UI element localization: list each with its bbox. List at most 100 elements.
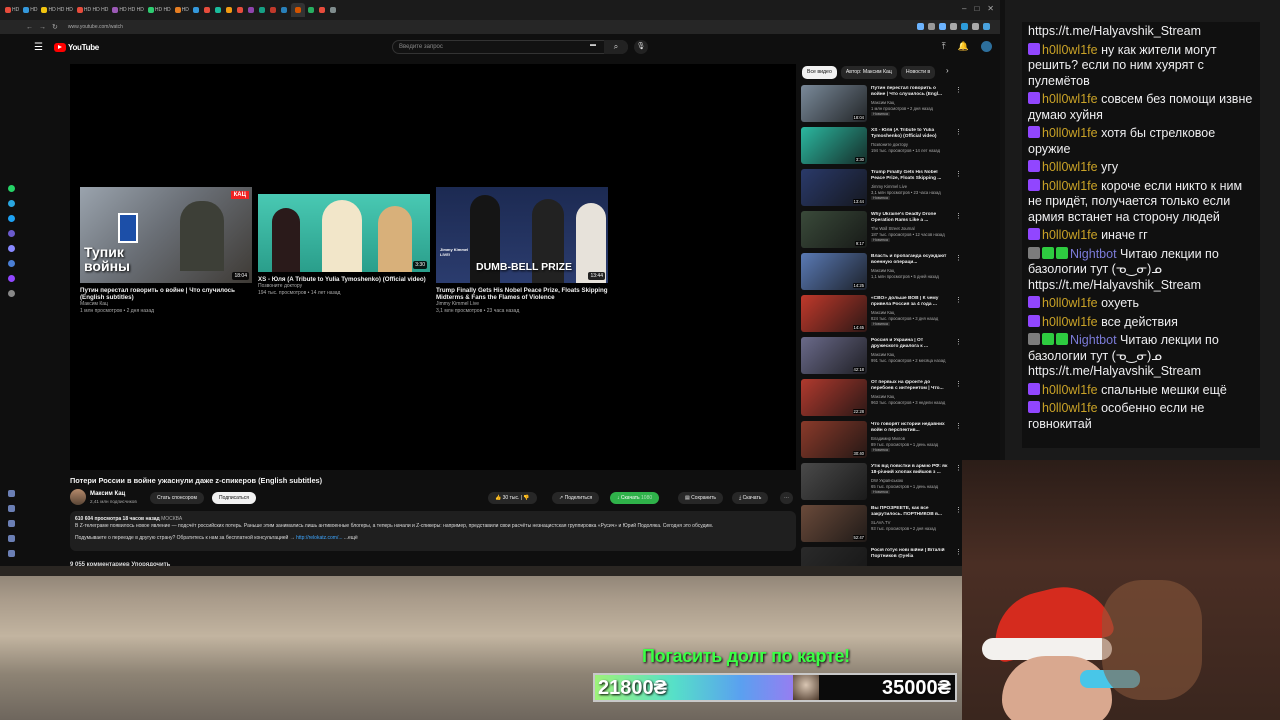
related-video-item[interactable]: Росія готує нові війни | Віталій Портник… xyxy=(801,547,963,568)
forward-icon[interactable]: → xyxy=(39,24,46,31)
keyboard-icon[interactable]: ▬ xyxy=(590,42,596,48)
sidebar-app-icon[interactable] xyxy=(8,275,15,282)
save-button[interactable]: ▤ Сохранить xyxy=(678,492,723,504)
related-video-item[interactable]: 22:28 От первых на фронте до перебоев с и… xyxy=(801,379,963,421)
related-title[interactable]: Trump Finally Gets His Nobel Peace Prize… xyxy=(871,170,951,183)
promo-link[interactable]: http://relokatz.com/... xyxy=(296,535,342,541)
filter-chip[interactable]: Новости в xyxy=(900,66,936,79)
sidebar-app-icon[interactable] xyxy=(8,185,15,192)
browser-tab[interactable] xyxy=(318,3,327,17)
sidebar-settings-icon[interactable] xyxy=(8,535,15,542)
related-channel[interactable]: The Wall Street Journal xyxy=(871,226,915,231)
browser-tab[interactable]: HD HD HD xyxy=(76,3,109,17)
sidebar-app-icon[interactable] xyxy=(8,290,15,297)
related-title[interactable]: Вы ПРОЗРЕЕТЕ, как все закрутилось. ПОРТН… xyxy=(871,506,951,519)
sidebar-heart-icon[interactable] xyxy=(8,490,15,497)
related-channel[interactable]: Максим Кац xyxy=(871,268,894,273)
chat-username[interactable]: Nightbot xyxy=(1070,333,1117,347)
related-channel[interactable]: Jimmy Kimmel Live xyxy=(871,184,907,189)
endcard-title[interactable]: Путин перестал говорить о войне | Что сл… xyxy=(80,287,252,301)
chevron-right-icon[interactable]: › xyxy=(946,66,949,75)
related-thumbnail[interactable]: 22:28 xyxy=(801,379,867,416)
endcard-video-3[interactable]: Jimmy Kimmel LIVE! DUMB-BELL PRIZE 13:44… xyxy=(436,187,608,314)
related-video-item[interactable]: 18:04 Путин перестал говорить о войне | Ч… xyxy=(801,85,963,127)
like-button[interactable]: 👍 30 тыс. | 👎 xyxy=(488,492,537,504)
related-thumbnail[interactable]: 42:18 xyxy=(801,337,867,374)
related-channel[interactable]: Позвоните доктору xyxy=(871,142,908,147)
related-title[interactable]: От первых на фронте до перебоев с интерн… xyxy=(871,380,951,393)
browser-tab[interactable]: HD xyxy=(174,3,190,17)
related-thumbnail[interactable]: 13:44 xyxy=(801,169,867,206)
more-options-icon[interactable]: ⋮ xyxy=(955,548,962,556)
browser-tab[interactable] xyxy=(247,3,256,17)
related-video-item[interactable]: 14:45 «СВО» дольше ВОВ | К чему привела Р… xyxy=(801,295,963,337)
related-channel[interactable]: Максим Кац xyxy=(871,394,894,399)
related-video-item[interactable]: 30:40 Что говорят истории недавних войн о… xyxy=(801,421,963,463)
extension-icon[interactable] xyxy=(928,23,935,30)
chat-username[interactable]: h0ll0wl1fe xyxy=(1042,126,1098,140)
chat-username[interactable]: h0ll0wl1fe xyxy=(1042,383,1098,397)
browser-tab[interactable]: HD HD HD xyxy=(111,3,144,17)
related-channel[interactable]: Максим Кац xyxy=(871,352,894,357)
show-more[interactable]: ...ещё xyxy=(344,535,358,541)
related-channel[interactable]: DW Українською xyxy=(871,478,903,483)
reload-icon[interactable]: ↻ xyxy=(52,23,58,31)
sidebar-app-icon[interactable] xyxy=(8,260,15,267)
account-avatar[interactable] xyxy=(981,41,992,52)
download-button[interactable]: ↓ Скачать 1080 xyxy=(610,492,660,504)
browser-tab[interactable] xyxy=(214,3,223,17)
related-thumbnail[interactable]: 14:25 xyxy=(801,253,867,290)
more-options-icon[interactable]: ⋮ xyxy=(955,338,962,346)
close-icon[interactable]: ✕ xyxy=(987,4,994,13)
related-thumbnail[interactable]: 9:17 xyxy=(801,211,867,248)
more-options-icon[interactable]: ⋮ xyxy=(955,86,962,94)
extension-icon[interactable] xyxy=(961,23,968,30)
sidebar-app-icon[interactable] xyxy=(8,230,15,237)
extension-icon[interactable] xyxy=(939,23,946,30)
related-video-item[interactable]: 52:47 Вы ПРОЗРЕЕТЕ, как все закрутилось. … xyxy=(801,505,963,547)
video-player[interactable]: КАЦ Тупик войны 18:04 Путин перестал гов… xyxy=(70,64,796,470)
browser-tab[interactable]: HD xyxy=(22,3,38,17)
browser-tab[interactable]: HD xyxy=(4,3,20,17)
notifications-bell-icon[interactable]: 🔔 xyxy=(958,41,969,52)
channel-name[interactable]: Максим Кац xyxy=(90,491,125,497)
related-title[interactable]: Что говорят истории недавних войн о перс… xyxy=(871,422,951,435)
chat-username[interactable]: h0ll0wl1fe xyxy=(1042,160,1098,174)
sidebar-clock-icon[interactable] xyxy=(8,505,15,512)
browser-tab[interactable]: HD HD xyxy=(147,3,172,17)
sidebar-app-icon[interactable] xyxy=(8,215,15,222)
related-channel[interactable]: Максим Кац xyxy=(871,100,894,105)
related-thumbnail[interactable]: 3:30 xyxy=(801,127,867,164)
microphone-icon[interactable]: 🎙 xyxy=(634,40,648,54)
back-icon[interactable]: ← xyxy=(26,24,33,31)
minimize-icon[interactable]: – xyxy=(962,4,966,13)
related-title[interactable]: Путин перестал говорить о войне | Что сл… xyxy=(871,86,951,99)
chat-username[interactable]: h0ll0wl1fe xyxy=(1042,43,1098,57)
endcard-thumbnail[interactable]: 3:30 xyxy=(258,194,430,272)
related-title[interactable]: Why Ukraine's Deadly Drone Operation Ram… xyxy=(871,212,951,225)
more-options-icon[interactable]: ⋮ xyxy=(955,170,962,178)
chat-username[interactable]: h0ll0wl1fe xyxy=(1042,401,1098,415)
related-thumbnail[interactable]: 14:45 xyxy=(801,295,867,332)
sidebar-box-icon[interactable] xyxy=(8,520,15,527)
browser-tab[interactable] xyxy=(329,3,338,17)
related-thumbnail[interactable]: 52:47 xyxy=(801,505,867,542)
download-quality[interactable]: 1080 xyxy=(641,495,652,501)
endcard-video-1[interactable]: КАЦ Тупик войны 18:04 Путин перестал гов… xyxy=(80,187,252,314)
browser-tab[interactable] xyxy=(203,3,212,17)
related-video-item[interactable]: 42:18 Россия и Украина | От дружеского ди… xyxy=(801,337,963,379)
channel-avatar[interactable] xyxy=(70,489,86,505)
related-video-item[interactable]: 13:44 Trump Finally Gets His Nobel Peace … xyxy=(801,169,963,211)
browser-tab[interactable] xyxy=(280,3,289,17)
related-title[interactable]: Утік від повістки в армію РФ: як 18-річн… xyxy=(871,464,951,477)
location-tag[interactable]: МОСКВА xyxy=(161,516,182,522)
sidebar-app-icon[interactable] xyxy=(8,245,15,252)
more-options-icon[interactable]: ⋮ xyxy=(955,254,962,262)
subscribe-button[interactable]: Подписаться xyxy=(212,492,256,504)
filter-chip[interactable]: Все видео xyxy=(802,66,837,79)
related-channel[interactable]: Владимир Милов xyxy=(871,436,905,441)
extension-icon[interactable] xyxy=(950,23,957,30)
more-options-icon[interactable]: ⋮ xyxy=(955,296,962,304)
endcard-thumbnail[interactable]: КАЦ Тупик войны 18:04 xyxy=(80,187,252,283)
more-options-icon[interactable]: ⋮ xyxy=(955,212,962,220)
